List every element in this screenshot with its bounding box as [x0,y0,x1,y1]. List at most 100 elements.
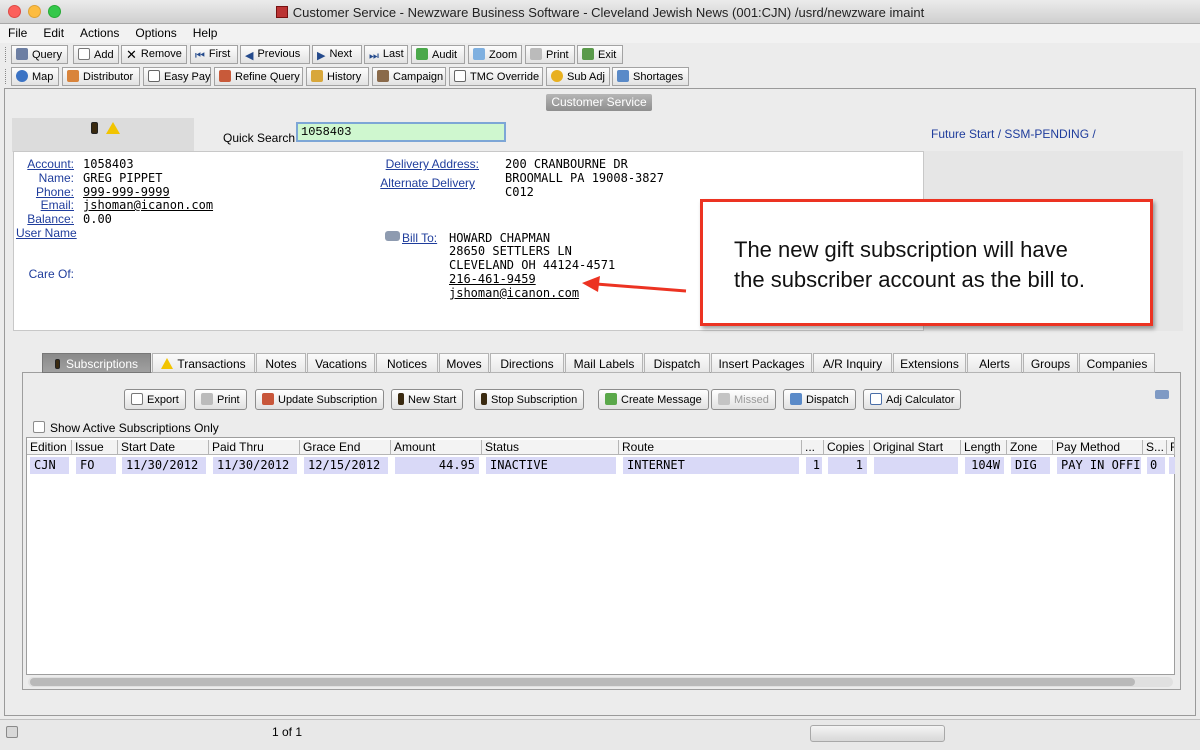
scrollbar-thumb[interactable] [30,678,1135,686]
column-header[interactable]: Start Date [118,440,209,455]
refine-query-button[interactable]: Refine Query [214,67,303,86]
phone-value[interactable]: 999-999-9999 [83,185,170,199]
easy-pay-button[interactable]: Easy Pay [143,67,211,86]
table-cell[interactable]: INTERNET [623,457,799,474]
column-header[interactable]: ... [802,440,824,455]
map-button[interactable]: Map [11,67,59,86]
column-header[interactable]: S... [1143,440,1167,455]
tab-transactions[interactable]: Transactions [152,353,255,373]
tab-ar-inquiry[interactable]: A/R Inquiry [813,353,892,373]
menu-edit[interactable]: Edit [35,24,72,42]
column-header[interactable]: Edition [27,440,72,455]
table-cell[interactable]: PAY IN OFFICE [1057,457,1141,474]
tab-notes[interactable]: Notes [256,353,306,373]
last-button[interactable]: ⏭ Last [364,45,408,64]
table-cell[interactable]: 11/30/2012 [213,457,297,474]
tab-insert-packages[interactable]: Insert Packages [711,353,812,373]
bill-to-link[interactable]: Bill To: [402,231,437,245]
toolbar-grip[interactable] [5,47,8,62]
export-button[interactable]: Export [124,389,186,410]
tab-vacations[interactable]: Vacations [307,353,375,373]
exit-button[interactable]: Exit [577,45,623,64]
alternate-delivery-link[interactable]: Alternate Delivery [360,176,475,190]
tab-notices[interactable]: Notices [376,353,438,373]
tab-alerts[interactable]: Alerts [967,353,1022,373]
email-value[interactable]: jshoman@icanon.com [83,198,213,212]
column-header[interactable]: Paid Thru [209,440,300,455]
tab-groups[interactable]: Groups [1023,353,1078,373]
table-cell[interactable]: 11/30/2012 [122,457,206,474]
first-button[interactable]: ⏮ First [190,45,238,64]
tab-mail-labels[interactable]: Mail Labels [565,353,643,373]
email-label[interactable]: Email: [13,198,74,212]
column-header[interactable]: Original Start [870,440,961,455]
tab-extensions[interactable]: Extensions [893,353,966,373]
tmc-override-button[interactable]: TMC Override [449,67,543,86]
adj-calculator-button[interactable]: Adj Calculator [863,389,962,410]
table-cell[interactable] [874,457,958,474]
create-message-button[interactable]: Create Message [598,389,709,410]
table-cell[interactable]: 44.95 [395,457,479,474]
menu-options[interactable]: Options [127,24,184,42]
tab-subscriptions[interactable]: Subscriptions [42,353,151,373]
new-start-button[interactable]: New Start [391,389,464,410]
table-cell[interactable]: DIG [1011,457,1050,474]
previous-button[interactable]: ◀ Previous [240,45,310,64]
sub-adj-button[interactable]: Sub Adj [546,67,610,86]
distributor-button[interactable]: Distributor [62,67,140,86]
menu-file[interactable]: File [0,24,35,42]
tab-directions[interactable]: Directions [490,353,564,373]
balance-label[interactable]: Balance: [13,212,74,226]
shortages-button[interactable]: Shortages [612,67,689,86]
detach-panel-icon[interactable] [1155,390,1169,399]
history-button[interactable]: History [306,67,369,86]
menu-help[interactable]: Help [185,24,226,42]
account-label[interactable]: Account: [13,157,74,171]
status-icon[interactable] [6,726,18,738]
stop-subscription-button[interactable]: Stop Subscription [474,389,585,410]
missed-button[interactable]: Missed [711,389,776,410]
table-cell[interactable]: 0 [1147,457,1165,474]
campaign-button[interactable]: Campaign [372,67,446,86]
column-header[interactable]: F [1167,440,1175,455]
table-cell[interactable]: 12/15/2012 [304,457,388,474]
column-header[interactable]: Zone [1007,440,1053,455]
tab-moves[interactable]: Moves [439,353,489,373]
next-button[interactable]: ▶ Next [312,45,362,64]
update-subscription-button[interactable]: Update Subscription [255,389,385,410]
table-cell[interactable]: FO [76,457,116,474]
remove-button[interactable]: ✕ Remove [121,45,187,64]
column-header[interactable]: Grace End [300,440,391,455]
column-header[interactable]: Issue [72,440,118,455]
zoom-button[interactable]: Zoom [468,45,522,64]
audit-button[interactable]: Audit [411,45,465,64]
table-cell[interactable]: 1 [806,457,822,474]
column-header[interactable]: Pay Method [1053,440,1143,455]
quick-search-input[interactable] [296,122,506,142]
column-header[interactable]: Status [482,440,619,455]
table-cell[interactable]: 104W [965,457,1004,474]
phone-label[interactable]: Phone: [13,185,74,199]
print-button[interactable]: Print [525,45,575,64]
column-header[interactable]: Amount [391,440,482,455]
menu-actions[interactable]: Actions [72,24,127,42]
query-button[interactable]: Query [11,45,68,64]
delivery-address-label[interactable]: Delivery Address: [360,157,479,171]
tab-companies[interactable]: Companies [1079,353,1155,373]
table-cell[interactable]: INACTIVE [486,457,616,474]
table-cell[interactable]: CJN [30,457,69,474]
tab-dispatch[interactable]: Dispatch [644,353,710,373]
bill-to-email[interactable]: jshoman@icanon.com [449,286,579,300]
print-subscription-button[interactable]: Print [194,389,247,410]
table-cell[interactable]: 1 [828,457,867,474]
column-header[interactable]: Length [961,440,1007,455]
dispatch-button[interactable]: Dispatch [783,389,856,410]
column-header[interactable]: Copies [824,440,870,455]
table-cell[interactable] [1169,457,1175,474]
add-button[interactable]: Add [73,45,119,64]
toolbar-grip[interactable] [5,69,8,84]
bill-to-phone[interactable]: 216-461-9459 [449,272,536,286]
user-name-label[interactable]: User Name [16,226,77,240]
column-header[interactable]: Route [619,440,802,455]
show-active-checkbox[interactable] [33,421,45,433]
